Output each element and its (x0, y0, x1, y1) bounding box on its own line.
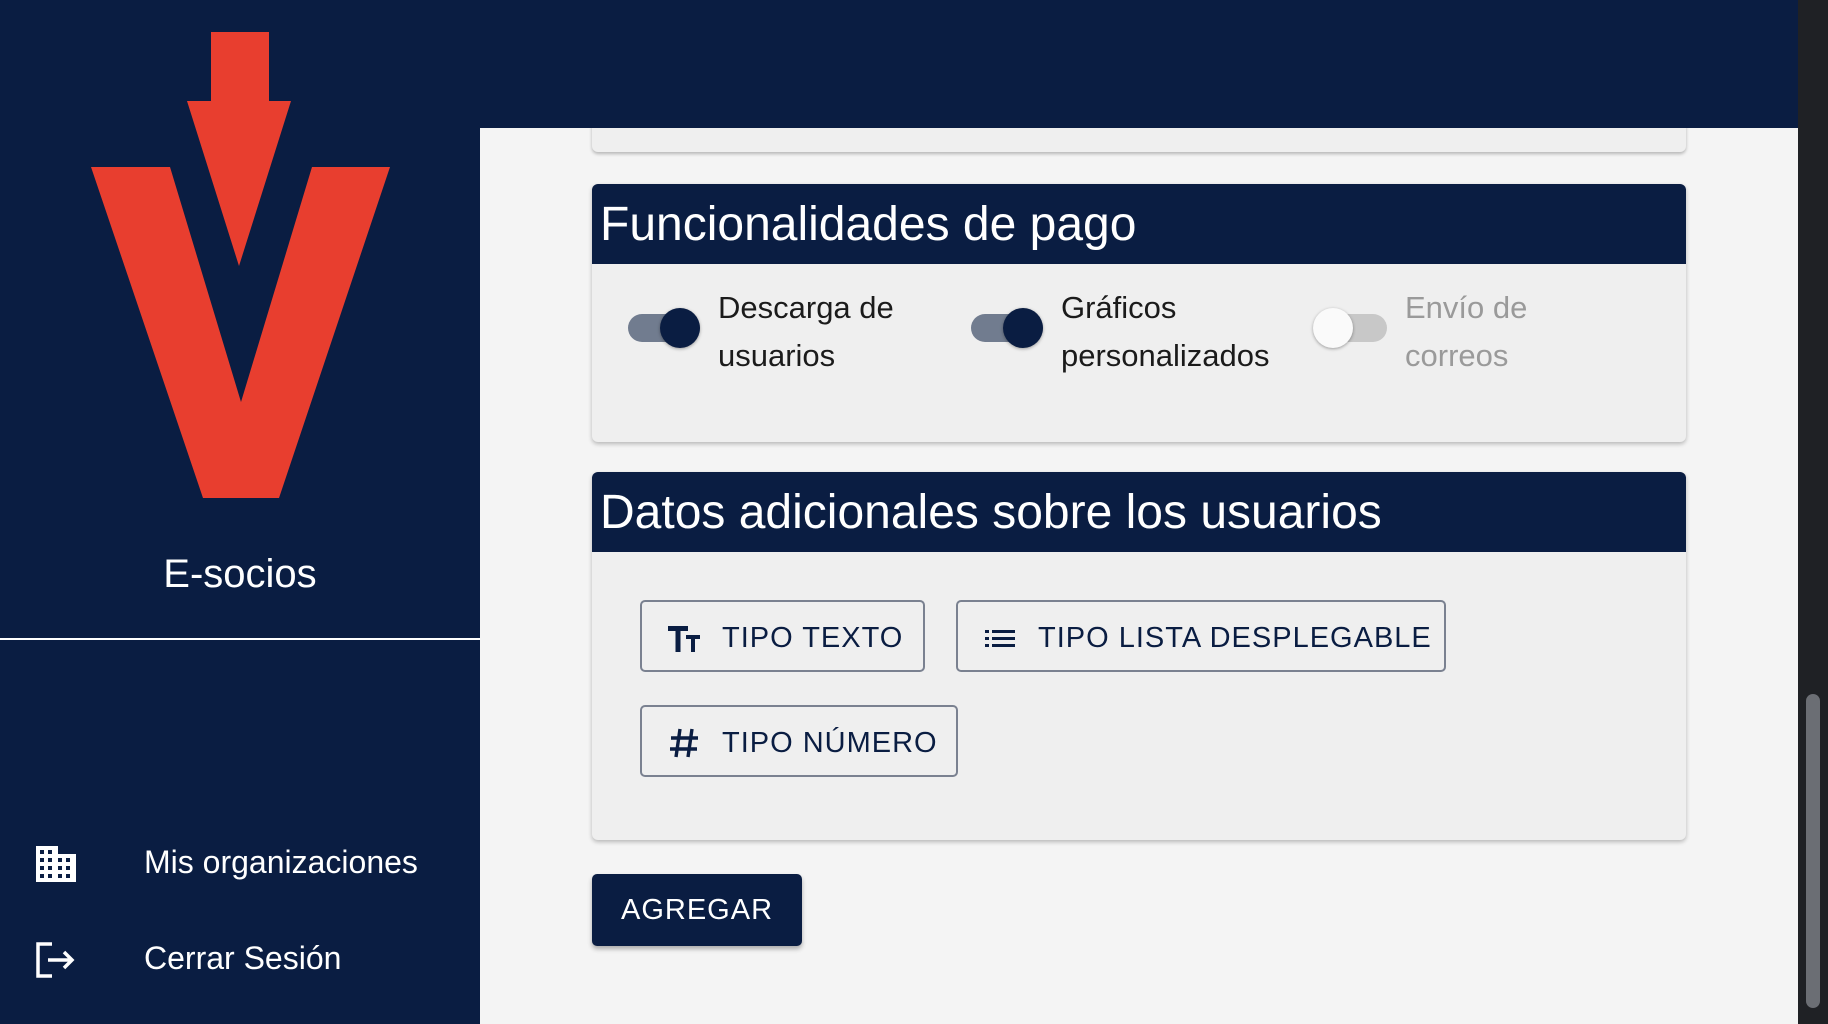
toggle-label-line: Envío de (1405, 290, 1528, 325)
toggle-custom-charts: Gráficos personalizados (969, 284, 1289, 394)
top-app-bar (480, 0, 1798, 128)
toggle-label-line: Descarga de (718, 290, 894, 325)
additional-data-card: Datos adicionales sobre los usuarios TIP… (592, 472, 1686, 840)
brand-name: E-socios (163, 552, 317, 596)
sidebar: E-socios Mis organizaciones Cerrar Sesió… (0, 0, 480, 1024)
button-label: TIPO NÚMERO (722, 727, 938, 759)
toggle-email-sending: Envío de correos (1313, 284, 1573, 394)
sidebar-divider (0, 638, 480, 640)
sidebar-item-logout[interactable]: Cerrar Sesión (0, 914, 480, 1004)
dropdown-list-type-button[interactable]: TIPO LISTA DESPLEGABLE (956, 600, 1446, 672)
toggle-label-line: Gráficos (1061, 290, 1177, 325)
button-label: TIPO LISTA DESPLEGABLE (1038, 622, 1432, 654)
building-icon (36, 846, 76, 882)
text-fields-icon (668, 626, 700, 652)
previous-card (592, 128, 1686, 152)
add-button[interactable]: AGREGAR (592, 874, 802, 946)
toggle-label-line: usuarios (718, 338, 836, 373)
text-type-button[interactable]: TIPO TEXTO (640, 600, 925, 672)
list-icon (985, 630, 1015, 647)
sidebar-item-organizations[interactable]: Mis organizaciones (0, 818, 480, 908)
main-content: Funcionalidades de pago Descarga de usua… (480, 128, 1798, 1024)
sidebar-item-label: Mis organizaciones (144, 844, 418, 880)
brand-logo (91, 32, 390, 498)
logout-icon (36, 942, 75, 978)
payment-features-card: Funcionalidades de pago Descarga de usua… (592, 184, 1686, 442)
custom-charts-switch[interactable] (969, 306, 1045, 348)
additional-data-title: Datos adicionales sobre los usuarios (592, 472, 1686, 552)
sidebar-item-label: Cerrar Sesión (144, 940, 342, 976)
toggle-label-line: correos (1405, 338, 1509, 373)
button-label: TIPO TEXTO (722, 622, 904, 654)
user-download-switch[interactable] (626, 306, 702, 348)
toggle-label-line: personalizados (1061, 338, 1270, 373)
number-type-button[interactable]: TIPO NÚMERO (640, 705, 958, 777)
scrollbar-thumb[interactable] (1806, 694, 1820, 1008)
toggle-user-download: Descarga de usuarios (626, 284, 926, 394)
payment-features-title: Funcionalidades de pago (592, 184, 1686, 264)
hashtag-icon (670, 728, 698, 758)
email-sending-switch[interactable] (1313, 306, 1389, 348)
